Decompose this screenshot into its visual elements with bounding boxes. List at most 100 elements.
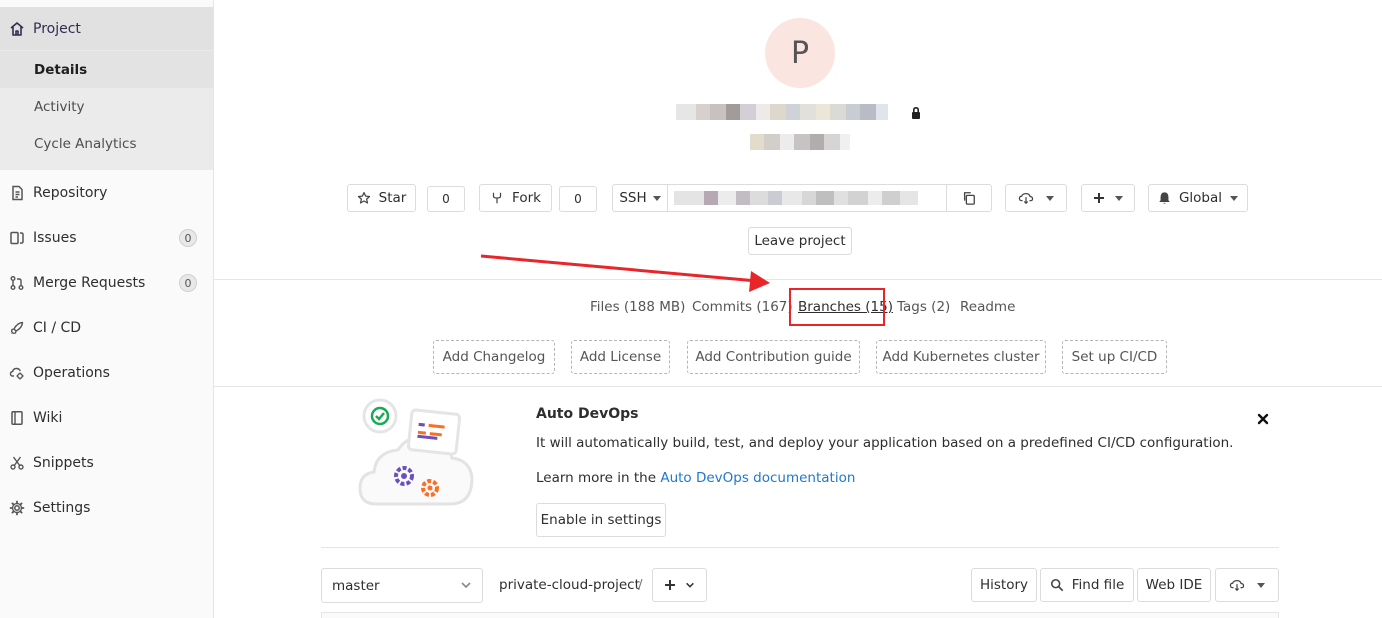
project-avatar: P: [765, 18, 835, 88]
star-icon: [357, 191, 370, 204]
branch-select[interactable]: master: [321, 568, 483, 603]
redacted-project-description: [750, 134, 850, 150]
plus-icon: [665, 580, 675, 590]
chevron-down-icon: [652, 195, 661, 201]
download-source-dropdown[interactable]: [1215, 568, 1279, 602]
add-changelog-button[interactable]: Add Changelog: [433, 340, 555, 374]
sidebar: Project Details Activity Cycle Analytics…: [0, 0, 214, 618]
download-dropdown[interactable]: [1005, 184, 1067, 212]
sidebar-item-label: CI / CD: [33, 320, 82, 336]
auto-devops-learn-more: Learn more in the Auto DevOps documentat…: [536, 470, 855, 486]
clone-url-input[interactable]: [667, 184, 947, 212]
branch-select-value: master: [332, 577, 380, 594]
issues-count-badge: 0: [179, 229, 197, 247]
redacted-clone-url: [674, 191, 918, 205]
add-kubernetes-cluster-button[interactable]: Add Kubernetes cluster: [876, 340, 1046, 374]
sidebar-subitem-cycle-analytics[interactable]: Cycle Analytics: [0, 125, 213, 162]
copy-url-button[interactable]: [946, 184, 992, 212]
find-file-button[interactable]: Find file: [1040, 568, 1134, 602]
sidebar-item-repository[interactable]: Repository: [0, 183, 213, 203]
star-label: Star: [378, 190, 407, 206]
scissors-icon: [9, 455, 25, 471]
sidebar-item-project[interactable]: Project: [0, 7, 213, 50]
find-file-label: Find file: [1071, 577, 1125, 593]
lock-icon: [912, 106, 920, 119]
sidebar-item-ci-cd[interactable]: CI / CD: [0, 318, 213, 338]
web-ide-button[interactable]: Web IDE: [1137, 568, 1211, 602]
chevron-down-icon: [686, 582, 694, 588]
learn-more-text: Learn more in the: [536, 470, 661, 486]
chevron-down-icon: [1046, 195, 1054, 201]
star-count[interactable]: 0: [427, 186, 465, 212]
files-link[interactable]: Files (188 MB): [590, 299, 685, 315]
star-button[interactable]: Star: [347, 184, 416, 212]
divider: [214, 386, 1382, 387]
add-contribution-guide-button[interactable]: Add Contribution guide: [687, 340, 860, 374]
chevron-down-icon: [461, 582, 471, 589]
redacted-project-name: [676, 104, 904, 120]
cloud-gear-icon: [9, 365, 25, 381]
sidebar-item-merge-requests[interactable]: Merge Requests 0: [0, 273, 213, 293]
notifications-dropdown[interactable]: Global: [1148, 184, 1248, 212]
fork-label: Fork: [512, 190, 541, 206]
sidebar-item-issues[interactable]: Issues 0: [0, 228, 213, 248]
merge-request-icon: [9, 275, 25, 291]
commits-link[interactable]: Commits (167): [692, 299, 793, 315]
clone-protocol-label: SSH: [619, 190, 647, 206]
sidebar-item-label: Issues: [33, 230, 77, 246]
annotation-highlight-box: [789, 288, 885, 326]
sidebar-item-wiki[interactable]: Wiki: [0, 408, 213, 428]
sidebar-item-label: Wiki: [33, 410, 63, 426]
tags-link[interactable]: Tags (2): [897, 299, 950, 315]
auto-devops-illustration: [358, 398, 474, 506]
sidebar-item-label: Merge Requests: [33, 275, 146, 291]
fork-icon: [492, 192, 502, 204]
fork-count[interactable]: 0: [559, 186, 597, 212]
merge-requests-count-badge: 0: [179, 274, 197, 292]
sidebar-item-label: Settings: [33, 500, 91, 516]
main-content: P Star 0 Fork 0 SSH Global Leave project…: [214, 0, 1382, 618]
book-icon: [9, 410, 25, 426]
sidebar-subitem-activity[interactable]: Activity: [0, 88, 213, 125]
sidebar-subitem-details[interactable]: Details: [0, 51, 213, 88]
clone-protocol-dropdown[interactable]: SSH: [612, 184, 668, 212]
sidebar-item-label: Snippets: [33, 455, 94, 471]
file-tree-header: [321, 612, 1279, 618]
sidebar-item-settings[interactable]: Settings: [0, 498, 213, 518]
leave-project-button[interactable]: Leave project: [748, 227, 852, 255]
readme-link[interactable]: Readme: [960, 299, 1015, 315]
gear-icon: [9, 500, 25, 516]
chevron-down-icon: [1230, 195, 1239, 201]
rocket-icon: [9, 320, 25, 336]
history-button[interactable]: History: [971, 568, 1037, 602]
copy-icon: [963, 192, 975, 205]
chevron-down-icon: [1115, 195, 1123, 201]
divider: [214, 279, 1382, 280]
auto-devops-title: Auto DevOps: [536, 406, 639, 422]
close-icon[interactable]: [1257, 413, 1269, 425]
sidebar-subitem-label: Details: [34, 61, 88, 78]
plus-icon: [1094, 193, 1104, 203]
notifications-label: Global: [1178, 190, 1223, 206]
divider: [321, 547, 1279, 548]
sidebar-item-operations[interactable]: Operations: [0, 363, 213, 383]
add-license-button[interactable]: Add License: [571, 340, 670, 374]
cloud-download-icon: [1229, 580, 1245, 592]
sidebar-item-label: Operations: [33, 365, 110, 381]
sidebar-item-label: Repository: [33, 185, 108, 201]
new-item-dropdown[interactable]: [1081, 184, 1135, 212]
auto-devops-description: It will automatically build, test, and d…: [536, 435, 1234, 451]
home-icon: [9, 21, 25, 37]
bell-icon: [1159, 192, 1170, 204]
auto-devops-docs-link[interactable]: Auto DevOps documentation: [660, 470, 855, 486]
set-up-ci-cd-button[interactable]: Set up CI/CD: [1062, 340, 1167, 374]
enable-in-settings-button[interactable]: Enable in settings: [536, 503, 666, 537]
add-to-tree-dropdown[interactable]: [652, 568, 707, 602]
search-icon: [1050, 578, 1064, 592]
repository-path[interactable]: private-cloud-project: [499, 577, 640, 593]
sidebar-item-snippets[interactable]: Snippets: [0, 453, 213, 473]
fork-button[interactable]: Fork: [479, 184, 552, 212]
issues-icon: [9, 230, 25, 246]
chevron-down-icon: [1257, 582, 1265, 588]
path-separator: /: [638, 577, 643, 593]
